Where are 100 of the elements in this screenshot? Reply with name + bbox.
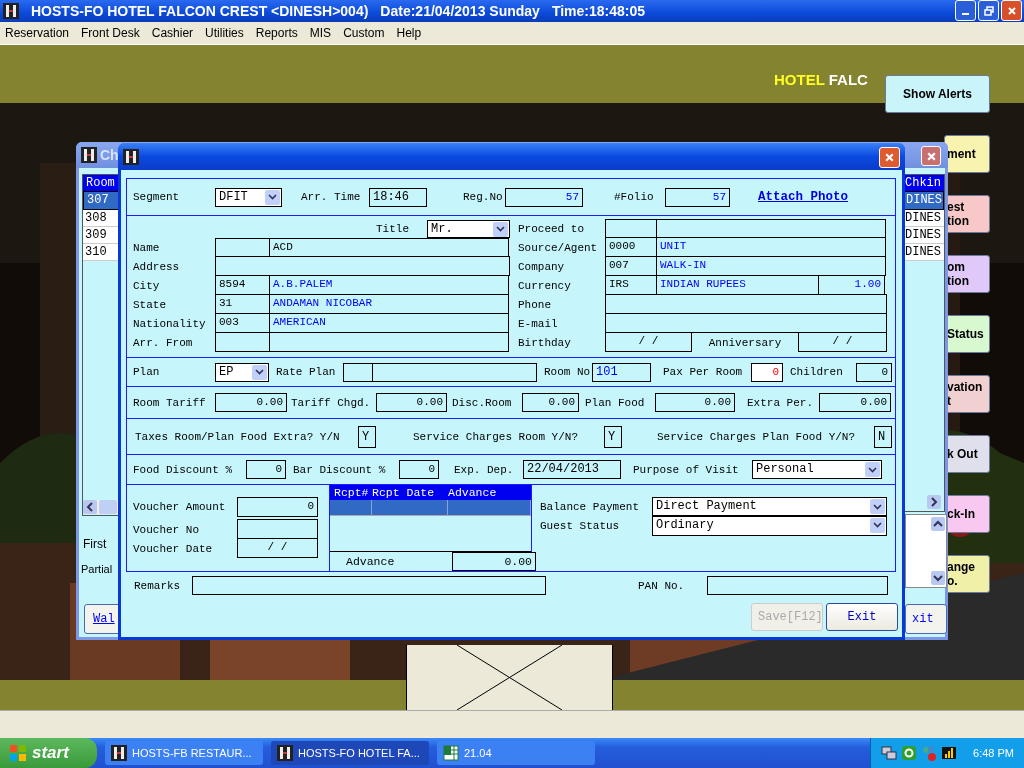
taskbar-button[interactable]: HOSTS-FB RESTAUR... [105,741,263,765]
side-button[interactable]: Show Alerts [885,75,990,114]
column-header: Rcpt Date [372,485,436,501]
pax-field[interactable]: 0 [751,362,783,382]
menu-item[interactable]: Help [396,26,422,41]
reg-no-field[interactable]: 57 [505,187,583,207]
side-button[interactable]: ment [944,135,990,174]
menu-item[interactable]: Utilities [205,26,244,41]
field-label: Food Discount % [133,463,234,476]
yes-no-field[interactable]: Y [604,425,622,448]
caret-icon [268,194,277,201]
food-discount-field[interactable]: 0 [246,460,286,480]
close-button[interactable] [1001,0,1022,22]
title-dropdown[interactable]: Mr. [427,219,510,238]
field-label: Name [133,241,161,254]
date-field[interactable]: / / [798,332,887,353]
field-label: Plan [133,366,161,379]
code-field[interactable] [215,332,270,353]
amount-field[interactable]: 0.00 [215,393,287,413]
table-row[interactable] [330,500,531,517]
value-field[interactable] [656,218,886,239]
amount-field[interactable]: 0.00 [522,393,579,413]
pan-field[interactable] [707,576,888,596]
network-icon[interactable] [881,745,898,761]
menu-item[interactable]: Custom [343,26,385,41]
value-field[interactable]: UNIT [656,237,886,258]
close-icon [1006,5,1017,16]
value-field[interactable] [215,256,510,277]
attach-photo-link[interactable]: Attach Photo [758,190,848,205]
spreadsheet-icon [443,745,459,761]
app-title: HOSTS-FO HOTEL FALCON CREST <DINESH>004) [31,2,369,19]
close-button[interactable] [879,147,900,169]
field-label: PAN No. [638,579,686,592]
field-label: Voucher Date [133,542,214,555]
folio-field[interactable]: 57 [665,187,730,207]
field-label: Advance [345,555,396,569]
restore-icon [983,5,994,16]
code-field[interactable] [605,218,657,239]
amount-field[interactable]: 0.00 [376,393,447,413]
date-field[interactable]: / / [605,332,692,353]
app-icon [3,2,19,19]
menu-item[interactable]: Reports [255,26,298,41]
column-header: Advance [448,485,498,501]
hotel-name-label: HOTEL FALC [774,71,868,89]
q-app-icon[interactable] [901,745,918,761]
bars-icon[interactable] [941,745,958,761]
field-label: Taxes Room/Plan Food Extra? Y/N [135,430,341,443]
yes-no-field[interactable]: N [874,425,892,448]
scroll-bar[interactable] [83,500,121,515]
chevron-left-icon[interactable] [83,500,97,515]
minimize-button[interactable] [955,0,976,22]
menu-item[interactable]: Cashier [151,26,194,41]
menu-item[interactable]: MIS [309,26,332,41]
balance-payment-dropdown[interactable]: Direct Payment [652,497,887,517]
maximize-button[interactable] [978,0,999,22]
value-field[interactable] [605,313,887,334]
field-label: Balance Payment [540,500,641,513]
clock: 6:48 PM [973,747,1014,759]
taskbar-button[interactable]: 21.04 [437,741,595,765]
close-icon [884,152,895,164]
amount-field[interactable]: 0.00 [655,393,735,413]
arrival-time-field[interactable]: 18:46 [369,187,427,207]
exit-button[interactable]: Exit [826,603,898,632]
bar-discount-field[interactable]: 0 [399,460,439,480]
value-field[interactable] [269,332,509,353]
field-label: First [83,537,107,552]
code-field[interactable] [343,362,373,382]
chevron-up-icon[interactable] [931,517,945,532]
field-label: Arr. Time [301,191,362,204]
field-label: Address [133,260,181,273]
close-icon [925,150,937,162]
voucher-field[interactable] [237,519,318,540]
value-field[interactable] [605,294,887,315]
purpose-dropdown[interactable]: Personal [752,460,882,480]
field-label: Disc.Room [452,396,513,409]
departure-date-field[interactable]: 22/04/2013 [523,460,621,480]
app-icon [81,147,97,164]
amount-field[interactable]: 0.00 [819,393,891,413]
guest-status-dropdown[interactable]: Ordinary [652,515,887,536]
field-label: Service Charges Plan Food Y/N? [657,430,857,443]
room-no-field[interactable]: 101 [592,362,651,382]
field-label: Segment [133,191,181,204]
voucher-field[interactable]: / / [237,538,318,559]
taskbar-button[interactable]: HOSTS-FO HOTEL FA... [271,741,429,765]
plan-dropdown[interactable]: EP [215,362,269,382]
value-field[interactable]: ACD [269,237,509,258]
code-field[interactable] [215,237,270,258]
remarks-field[interactable] [192,576,546,596]
scroll-bar[interactable] [927,495,941,510]
voucher-field[interactable]: 0 [237,496,318,517]
menu-item[interactable]: Front Desk [81,26,140,41]
rate-plan-field[interactable] [372,362,537,382]
advance-field[interactable]: 0.00 [452,552,536,572]
code-field[interactable]: 0000 [605,237,657,258]
exit-button[interactable]: xit [905,604,947,635]
yes-no-field[interactable]: Y [358,425,376,448]
segment-dropdown[interactable]: DFIT [215,187,282,207]
menu-item[interactable]: Reservation [5,26,70,41]
children-field[interactable]: 0 [856,362,892,382]
chevron-down-icon[interactable] [931,571,945,586]
